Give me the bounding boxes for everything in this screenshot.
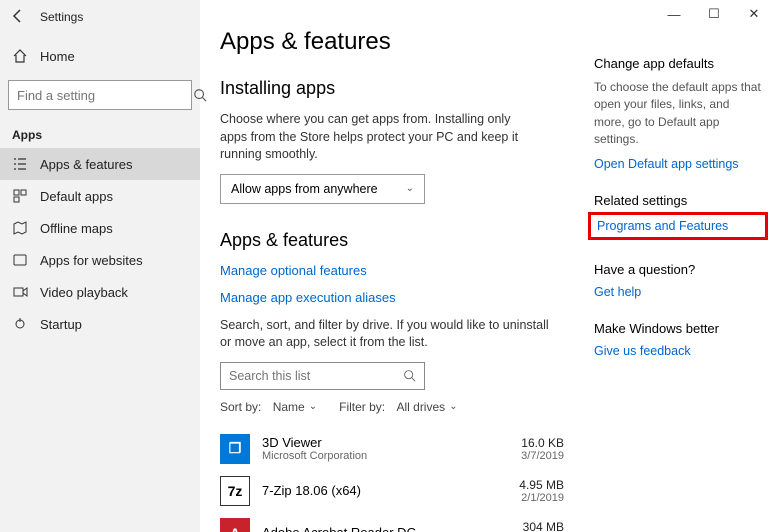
app-row[interactable]: ❒ 3D ViewerMicrosoft Corporation16.0 KB3/… (220, 428, 574, 470)
nav-label: Apps & features (40, 157, 133, 172)
map-icon (12, 220, 28, 236)
install-source-dropdown[interactable]: Allow apps from anywhere ⌄ (220, 174, 425, 204)
programs-features-link[interactable]: Programs and Features (597, 219, 728, 233)
app-name: 7-Zip 18.06 (x64) (262, 483, 519, 498)
installing-desc: Choose where you can get apps from. Inst… (220, 111, 530, 164)
app-search[interactable] (220, 362, 425, 390)
nav-apps-websites[interactable]: Apps for websites (0, 244, 200, 276)
close-button[interactable]: ✕ (734, 0, 774, 28)
app-icon: A (220, 518, 250, 532)
web-icon (12, 252, 28, 268)
content: Apps & features Installing apps Choose w… (200, 0, 594, 532)
app-size: 304 MB (515, 520, 564, 532)
search-icon (403, 369, 416, 382)
nav-offline-maps[interactable]: Offline maps (0, 212, 200, 244)
app-icon: 7z (220, 476, 250, 506)
app-size: 4.95 MB (519, 478, 564, 492)
startup-icon (12, 316, 28, 332)
app-search-input[interactable] (229, 369, 403, 383)
defaults-icon (12, 188, 28, 204)
page-title: Apps & features (220, 28, 574, 56)
minimize-button[interactable]: — (654, 0, 694, 28)
app-size: 16.0 KB (521, 436, 564, 450)
category-label: Apps (0, 124, 200, 148)
nav-label: Video playback (40, 285, 128, 300)
right-panel: Change app defaults To choose the defaul… (594, 0, 774, 532)
installing-heading: Installing apps (220, 78, 574, 99)
app-row[interactable]: AAdobe Acrobat Reader DC304 MB2/21/2019 (220, 512, 574, 532)
nav-label: Offline maps (40, 221, 113, 236)
chevron-down-icon: ⌄ (406, 183, 414, 194)
filter-by[interactable]: Filter by: All drives ⌄ (339, 400, 457, 414)
app-list: ❒ 3D ViewerMicrosoft Corporation16.0 KB3/… (220, 428, 574, 532)
nav-label: Startup (40, 317, 82, 332)
highlight-programs-features: Programs and Features (588, 212, 768, 240)
defaults-title: Change app defaults (594, 56, 762, 71)
open-defaults-link[interactable]: Open Default app settings (594, 157, 762, 171)
chevron-down-icon: ⌄ (449, 401, 457, 412)
related-title: Related settings (594, 193, 762, 208)
sidebar: Settings Home Apps Apps & features Defau… (0, 0, 200, 532)
back-icon[interactable] (10, 8, 26, 24)
app-icon: ❒ (220, 434, 250, 464)
appsfeatures-desc: Search, sort, and filter by drive. If yo… (220, 317, 560, 352)
manage-optional-link[interactable]: Manage optional features (220, 263, 367, 278)
list-icon (12, 156, 28, 172)
app-publisher: Microsoft Corporation (262, 450, 521, 462)
appsfeatures-heading: Apps & features (220, 230, 574, 251)
sort-by[interactable]: Sort by: Name ⌄ (220, 400, 317, 414)
nav-default-apps[interactable]: Default apps (0, 180, 200, 212)
defaults-desc: To choose the default apps that open you… (594, 79, 762, 149)
app-name: 3D Viewer (262, 435, 521, 450)
home-icon (12, 48, 28, 64)
manage-aliases-link[interactable]: Manage app execution aliases (220, 290, 396, 305)
sidebar-search-input[interactable] (17, 88, 193, 103)
get-help-link[interactable]: Get help (594, 285, 762, 299)
video-icon (12, 284, 28, 300)
nav-label: Apps for websites (40, 253, 143, 268)
maximize-button[interactable]: ☐ (694, 0, 734, 28)
window-title: Settings (40, 10, 190, 24)
app-date: 2/1/2019 (519, 492, 564, 504)
feedback-link[interactable]: Give us feedback (594, 344, 762, 358)
home-label: Home (40, 49, 75, 64)
chevron-down-icon: ⌄ (309, 401, 317, 412)
app-name: Adobe Acrobat Reader DC (262, 525, 515, 532)
app-row[interactable]: 7z 7-Zip 18.06 (x64)4.95 MB2/1/2019 (220, 470, 574, 512)
nav-startup[interactable]: Startup (0, 308, 200, 340)
sidebar-search[interactable] (8, 80, 192, 110)
app-date: 3/7/2019 (521, 450, 564, 462)
nav-home[interactable]: Home (0, 42, 200, 70)
dropdown-value: Allow apps from anywhere (231, 182, 378, 196)
feedback-title: Make Windows better (594, 321, 762, 336)
nav-video-playback[interactable]: Video playback (0, 276, 200, 308)
question-title: Have a question? (594, 262, 762, 277)
nav-apps-features[interactable]: Apps & features (0, 148, 200, 180)
nav-label: Default apps (40, 189, 113, 204)
